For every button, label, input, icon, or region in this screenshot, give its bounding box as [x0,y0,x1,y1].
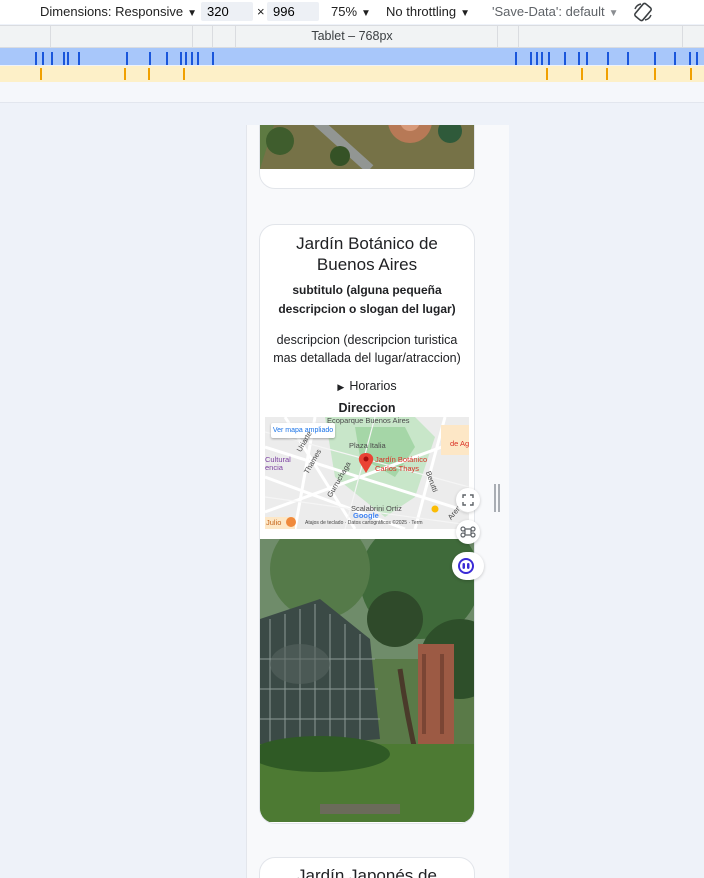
chevron-down-icon: ▼ [361,8,371,19]
ruler-tick[interactable] [530,52,532,65]
throttling-dropdown[interactable]: No throttling ▼ [386,3,470,21]
ruler-tick[interactable] [40,68,42,80]
command-icon [460,526,476,538]
chevron-down-icon: ▼ [187,8,197,19]
ruler-tick[interactable] [690,68,692,80]
ruler-tick[interactable] [586,52,588,65]
ruler-tick[interactable] [148,68,150,80]
ruler-tick[interactable] [185,52,187,65]
embedded-map[interactable]: Ver mapa ampliado Ecoparque Buenos Aires… [265,417,469,529]
height-input[interactable] [267,2,319,21]
dimensions-dropdown[interactable]: Dimensions: Responsive ▼ [40,3,197,21]
ruler-tick[interactable] [696,52,698,65]
ruler-tick[interactable] [42,52,44,65]
attraction-card: Jardín Botánico de Buenos Aires subtitul… [259,224,475,824]
ruler-tick[interactable] [180,52,182,65]
ruler-tick[interactable] [197,52,199,65]
ruler-tick[interactable] [536,52,538,65]
card-subtitle: subtitulo (alguna pequeña descripcion o … [278,283,456,316]
previous-card [259,125,475,189]
device-toolbar: Dimensions: Responsive▼ × 75%▼ No thrott… [0,0,704,24]
ruler-tick[interactable] [581,68,583,80]
ruler-tick[interactable] [51,52,53,65]
ruler-tick[interactable] [67,52,69,65]
ruler-tick[interactable] [564,52,566,65]
card-title: Jardín Botánico de Buenos Aires [296,234,438,274]
chevron-down-icon: ▼ [460,8,470,19]
map-label-ecoparque: Ecoparque Buenos Aires [327,417,410,425]
ruler-tick[interactable] [654,68,656,80]
max-width-ruler [0,66,704,82]
ruler-tick[interactable] [515,52,517,65]
rotate-icon[interactable] [632,1,654,23]
width-input[interactable] [201,2,253,21]
next-card-title: Jardín Japonés de [297,866,437,878]
ruler-tick[interactable] [63,52,65,65]
zoom-label: 75% [331,4,358,19]
ruler-tick[interactable] [654,52,656,65]
map-footer[interactable]: Atajos de teclado · Datos cartográficos … [305,520,423,526]
horarios-label: Horarios [349,379,397,393]
disclosure-triangle-icon: ▶ [337,382,345,392]
ruler-tick[interactable] [149,52,151,65]
ruler-tick[interactable] [126,52,128,65]
save-data-dropdown[interactable]: 'Save-Data': default ▼ [492,3,619,21]
command-extension-button[interactable] [456,520,480,544]
ruler-tick[interactable] [191,52,193,65]
direccion-heading: Direccion [338,401,396,415]
map-place-label[interactable]: Jardín Botánico Carlos Thays [375,455,435,473]
viewport-resize-handle[interactable] [494,484,500,512]
ruler-tick[interactable] [674,52,676,65]
ruler-tick[interactable] [578,52,580,65]
ruler-tick[interactable] [124,68,126,80]
ruler-spacer [0,82,704,103]
ruler-tick[interactable] [166,52,168,65]
save-data-label: 'Save-Data': default [492,4,605,19]
ruler-tick[interactable] [183,68,185,80]
assistant-icon [458,558,474,574]
map-label-julio: Julio [266,518,282,527]
tablet-breakpoint-label[interactable]: Tablet – 768px [0,29,704,43]
aerial-photo [260,125,474,169]
ruler-tick[interactable] [607,52,609,65]
google-logo: Google [353,511,379,520]
assistant-extension-button[interactable] [452,552,484,580]
next-card: Jardín Japonés de [259,857,475,878]
ruler-tick[interactable] [35,52,37,65]
ruler-tick[interactable] [627,52,629,65]
ruler-tick[interactable] [606,68,608,80]
expand-icon [462,494,474,506]
throttling-label: No throttling [386,4,457,19]
ruler-tick[interactable] [546,68,548,80]
screenshot-extension-button[interactable] [456,488,480,512]
horarios-toggle[interactable]: ▶ Horarios [260,379,474,393]
ruler-tick[interactable] [78,52,80,65]
card-description: descripcion (descripcion turistica mas d… [273,333,461,365]
media-query-ruler: Tablet – 768px [0,25,704,48]
ruler-tick[interactable] [212,52,214,65]
map-label-encia: encia [265,463,283,472]
garden-photo [260,539,474,822]
map-label-plaza: Plaza Italia [349,441,386,450]
ruler-tick[interactable] [541,52,543,65]
ruler-tick[interactable] [689,52,691,65]
times-sign: × [257,4,265,19]
dimensions-label: Dimensions: Responsive [40,4,184,19]
ruler-tick[interactable] [548,52,550,65]
chevron-down-icon: ▼ [608,8,619,19]
zoom-dropdown[interactable]: 75% ▼ [331,3,371,21]
map-label-de-agu: de Agu [450,439,469,448]
min-width-ruler [0,48,704,65]
